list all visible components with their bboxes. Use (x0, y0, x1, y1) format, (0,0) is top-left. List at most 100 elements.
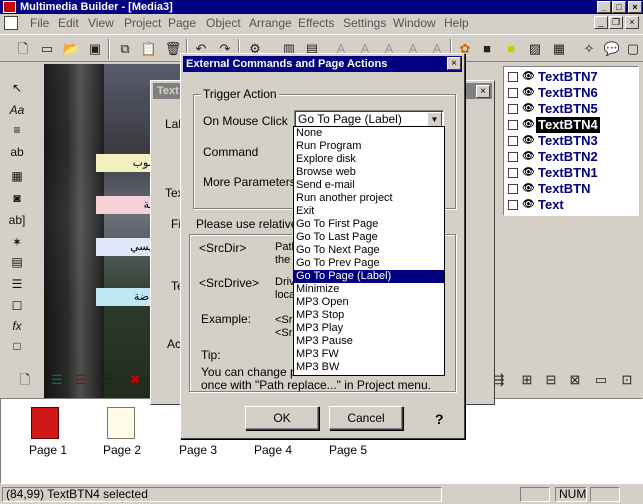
mdi-close-button[interactable]: × (625, 16, 639, 29)
box-icon[interactable]: ▢ (624, 40, 642, 58)
mdi-restore-button[interactable]: ❐ (609, 16, 623, 29)
visibility-checkbox[interactable] (508, 104, 518, 114)
object-row[interactable]: 👁 TextBTN3 (506, 133, 636, 149)
text-icon[interactable]: Aa (7, 100, 27, 120)
dropdown-option[interactable]: MP3 BW (294, 361, 444, 374)
dropdown-option[interactable]: MP3 Pause (294, 335, 444, 348)
fx-icon[interactable]: fx (7, 316, 27, 336)
menu-project[interactable]: Project (124, 16, 161, 30)
delete-page-icon[interactable]: ✖ (126, 371, 144, 389)
close-button[interactable]: × (628, 1, 642, 13)
object-row[interactable]: 👁 Text (506, 197, 636, 213)
list-icon[interactable]: ☰ (7, 274, 27, 294)
menu-effects[interactable]: Effects (298, 16, 334, 30)
align-right-icon[interactable]: ⊠ (566, 371, 584, 389)
align-center-icon[interactable]: ⊟ (542, 371, 560, 389)
open-folder-icon[interactable]: 📂 (62, 40, 80, 58)
ok-button[interactable]: OK (245, 406, 319, 430)
rectangle-icon[interactable]: □ (7, 336, 27, 356)
mdi-minimize-button[interactable]: _ (594, 16, 608, 29)
checkbox-icon[interactable]: ☐ (7, 296, 27, 316)
menu-object[interactable]: Object (206, 16, 241, 30)
dropdown-option[interactable]: None (294, 127, 444, 140)
visibility-checkbox[interactable] (508, 136, 518, 146)
object-row[interactable]: 👁 TextBTN6 (506, 85, 636, 101)
dropdown-option[interactable]: Run another project (294, 192, 444, 205)
maximize-button[interactable]: □ (612, 1, 626, 13)
page-label[interactable]: Page 1 (29, 443, 67, 457)
dropdown-option[interactable]: Minimize (294, 283, 444, 296)
distribute-icon[interactable]: ▭ (592, 371, 610, 389)
stop-icon[interactable]: ■ (478, 40, 496, 58)
page-label[interactable]: Page 5 (329, 443, 367, 457)
dropdown-option[interactable]: MP3 Open (294, 296, 444, 309)
paragraph-icon[interactable]: ≡ (7, 120, 27, 140)
bubble-icon[interactable]: 💬 (603, 40, 621, 58)
square-icon[interactable]: ■ (502, 40, 520, 58)
bitmap-button-icon[interactable]: ▦ (7, 166, 27, 186)
dropdown-option[interactable]: Browse web (294, 166, 444, 179)
align-left-icon[interactable]: ⊞ (518, 371, 536, 389)
menu-edit[interactable]: Edit (58, 16, 79, 30)
object-row-selected[interactable]: 👁 TextBTN4 (506, 117, 636, 133)
new-page-icon[interactable]: ▭ (38, 40, 56, 58)
dropdown-option[interactable]: MP3 Play (294, 322, 444, 335)
bitmap-icon[interactable]: ▨ (526, 40, 544, 58)
object-row[interactable]: 👁 TextBTN (506, 181, 636, 197)
dropdown-option[interactable]: Exit (294, 205, 444, 218)
object-row[interactable]: 👁 TextBTN1 (506, 165, 636, 181)
visibility-checkbox[interactable] (508, 152, 518, 162)
gif-icon[interactable]: ✶ (7, 232, 27, 252)
page-thumbnail[interactable] (31, 407, 59, 439)
copy-icon[interactable]: ⧉ (116, 40, 134, 58)
menu-arrange[interactable]: Arrange (249, 16, 292, 30)
dropdown-option[interactable]: Go To Next Page (294, 244, 444, 257)
visibility-checkbox[interactable] (508, 200, 518, 210)
cancel-button[interactable]: Cancel (329, 406, 403, 430)
visibility-checkbox[interactable] (508, 168, 518, 178)
new-page-icon[interactable]: 🗋 (16, 371, 34, 389)
visibility-checkbox[interactable] (508, 120, 518, 130)
menu-window[interactable]: Window (393, 16, 436, 30)
object-row[interactable]: 👁 TextBTN2 (506, 149, 636, 165)
close-button[interactable]: × (447, 57, 461, 70)
arrow-icon[interactable]: ↖ (7, 78, 27, 98)
dropdown-option[interactable]: Explore disk (294, 153, 444, 166)
button-ab-icon[interactable]: ab (7, 142, 27, 162)
page-label[interactable]: Page 3 (179, 443, 217, 457)
mask-icon[interactable]: ◙ (7, 188, 27, 208)
object-list[interactable]: 👁 TextBTN7 👁 TextBTN6 👁 TextBTN5 👁 TextBTN4 … (503, 66, 639, 216)
object-row[interactable]: 👁 TextBTN5 (506, 101, 636, 117)
action-dropdown-list[interactable]: None Run Program Explore disk Browse web Sen… (293, 126, 445, 376)
close-button[interactable]: × (476, 85, 490, 98)
new-doc-icon[interactable]: 🗋 (14, 40, 32, 58)
dropdown-option[interactable]: Go To Page (Label) (294, 270, 444, 283)
layer-icon[interactable]: ☰ (96, 371, 114, 389)
visibility-checkbox[interactable] (508, 72, 518, 82)
visibility-checkbox[interactable] (508, 88, 518, 98)
dropdown-option[interactable]: MP3 FW (294, 348, 444, 361)
text-button-icon[interactable]: ab] (7, 210, 27, 230)
resize-icon[interactable]: ⊡ (618, 371, 636, 389)
dropdown-option[interactable]: Send e-mail (294, 179, 444, 192)
menu-help[interactable]: Help (444, 16, 469, 30)
page-thumbnail[interactable] (107, 407, 135, 439)
visibility-checkbox[interactable] (508, 184, 518, 194)
film-icon[interactable]: ▤ (7, 252, 27, 272)
help-button[interactable]: ? (435, 411, 444, 427)
dropdown-option[interactable]: Run Program (294, 140, 444, 153)
save-icon[interactable]: ▣ (86, 40, 104, 58)
layer-icon[interactable]: ☰ (72, 371, 90, 389)
chevron-down-icon[interactable]: ▼ (427, 112, 442, 127)
menu-file[interactable]: File (30, 16, 49, 30)
magic-icon[interactable]: ✧ (580, 40, 598, 58)
dropdown-option[interactable]: Go To Last Page (294, 231, 444, 244)
eraser-icon[interactable]: ▦ (550, 40, 568, 58)
dropdown-option[interactable]: Go To Prev Page (294, 257, 444, 270)
page-label[interactable]: Page 4 (254, 443, 292, 457)
document-icon[interactable] (4, 16, 18, 30)
menu-view[interactable]: View (88, 16, 114, 30)
menu-settings[interactable]: Settings (343, 16, 386, 30)
menu-page[interactable]: Page (168, 16, 196, 30)
dropdown-option[interactable]: Go To First Page (294, 218, 444, 231)
